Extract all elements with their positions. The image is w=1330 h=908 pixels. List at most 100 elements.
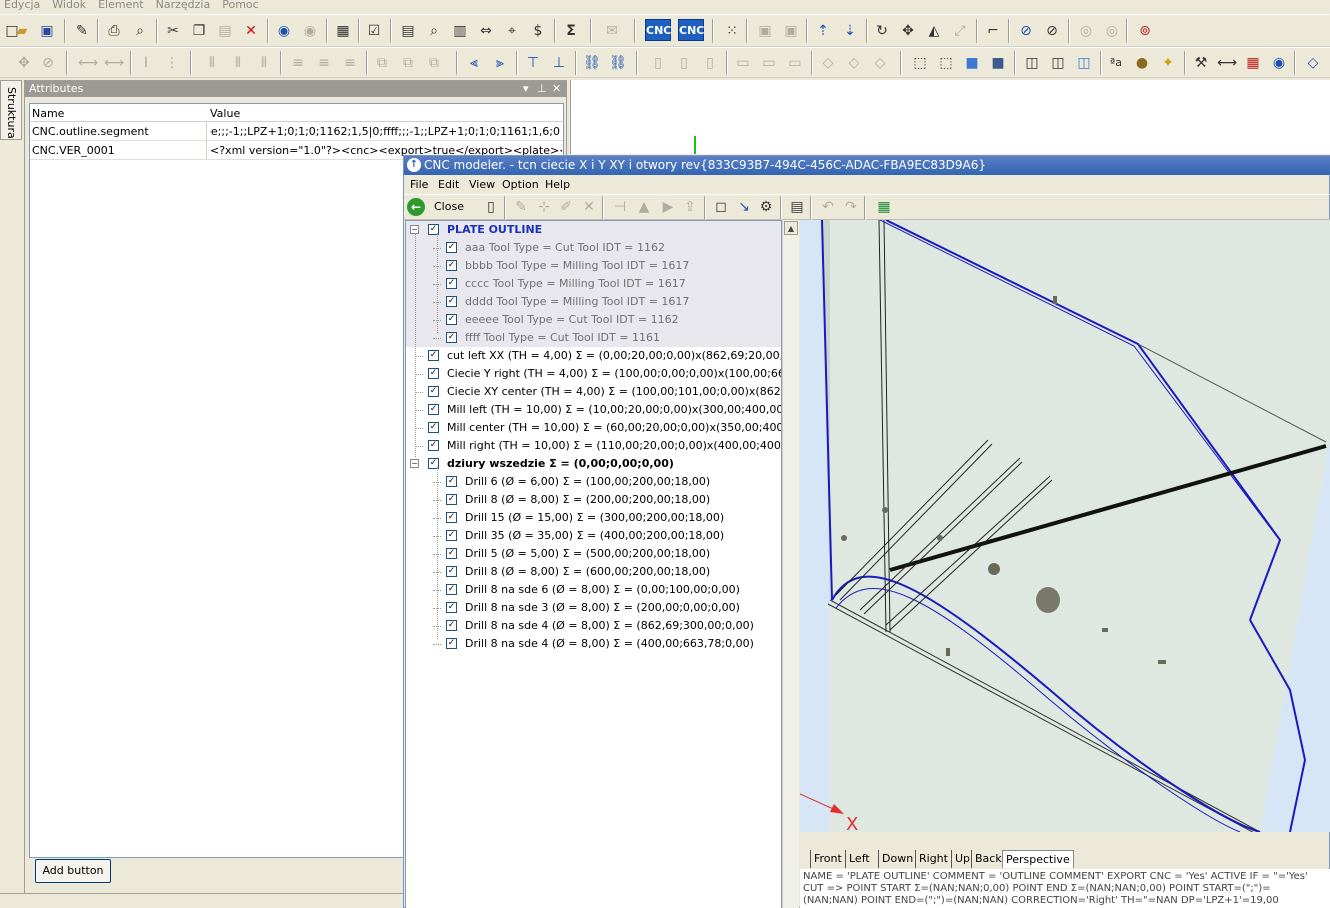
measure-icon[interactable]: ⟷ — [1217, 53, 1237, 73]
tree-item[interactable]: ✓ aaa Tool Type = Cut Tool IDT = 1162 — [406, 239, 781, 257]
distribute2-icon[interactable]: ⧉ — [398, 53, 418, 73]
add-button[interactable]: Add button — [35, 859, 111, 883]
cube-front-icon[interactable]: ◫ — [1022, 53, 1042, 73]
rotate-icon[interactable]: ↻ — [872, 21, 892, 41]
cube-side-icon[interactable]: ◫ — [1048, 53, 1068, 73]
layout2-icon[interactable]: ▯ — [674, 53, 694, 73]
tree-item-checkbox[interactable]: ✓ — [446, 494, 457, 505]
join-top-icon[interactable]: ⊤ — [523, 53, 543, 73]
snap-icon[interactable]: ✥ — [14, 53, 34, 73]
save-icon[interactable]: ▣ — [37, 21, 57, 41]
fit-width-icon[interactable]: ⇔ — [476, 21, 496, 41]
list-icon[interactable]: ▤ — [787, 197, 807, 217]
tree-item-checkbox[interactable]: ✓ — [428, 368, 439, 379]
tree-item[interactable]: − ✓ PLATE OUTLINE — [406, 221, 781, 239]
panel-pin-icon[interactable]: ⊥ — [537, 81, 547, 97]
tree-item-checkbox[interactable]: ✓ — [446, 566, 457, 577]
tree-item[interactable]: ✓ Drill 8 na sde 4 (Ø = 8,00) Σ = (400,00… — [406, 635, 781, 653]
menu-element[interactable]: Element — [98, 0, 144, 11]
tree-item-checkbox[interactable]: ✓ — [446, 296, 457, 307]
structure-side-tab[interactable]: Struktura — [0, 80, 22, 140]
tree-item[interactable]: ✓ cccc Tool Type = Milling Tool IDT = 161… — [406, 275, 781, 293]
hide-all-icon[interactable]: ⊘ — [1042, 21, 1062, 41]
transform1-icon[interactable]: ◇ — [818, 53, 838, 73]
tree-item-checkbox[interactable]: ✓ — [446, 638, 457, 649]
join-left-icon[interactable]: ⫷ — [464, 53, 484, 73]
print-preview-icon[interactable]: ⌕ — [130, 21, 150, 41]
triangle-right-icon[interactable]: ▶ — [658, 197, 678, 217]
tab-front[interactable]: Front — [810, 850, 845, 868]
checklist-icon[interactable]: ☑ — [364, 21, 384, 41]
copy-icon[interactable]: ❐ — [189, 21, 209, 41]
tree-item-checkbox[interactable]: ✓ — [446, 620, 457, 631]
tree-item[interactable]: ✓ Ciecie Y right (TH = 4,00) Σ = (100,00;… — [406, 365, 781, 383]
snap-off-icon[interactable]: ⊘ — [38, 53, 58, 73]
collapse-toggle-icon[interactable]: − — [410, 459, 419, 468]
import-icon[interactable]: ⇪ — [680, 197, 700, 217]
tree-item-checkbox[interactable]: ✓ — [446, 530, 457, 541]
tree-item[interactable]: ✓ Drill 8 na sde 4 (Ø = 8,00) Σ = (862,69… — [406, 617, 781, 635]
attribute-row[interactable]: CNC.outline.segment 0;eeeee;;;-1;;LPZ+1;… — [30, 122, 563, 141]
tree-item-checkbox[interactable]: ✓ — [446, 476, 457, 487]
align-center-icon[interactable]: ⫴ — [228, 53, 248, 73]
column-header-name[interactable]: Name — [32, 107, 64, 120]
tab-left[interactable]: Left — [845, 850, 873, 868]
undo-icon[interactable]: ◉ — [274, 21, 294, 41]
move-down-icon[interactable]: ⇣ — [840, 21, 860, 41]
box-shaded-icon[interactable]: ■ — [988, 53, 1008, 73]
tree-item[interactable]: ✓ ffff Tool Type = Cut Tool IDT = 1161 — [406, 329, 781, 347]
tree-item[interactable]: ✓ bbbb Tool Type = Milling Tool IDT = 161… — [406, 257, 781, 275]
redo-icon[interactable]: ↷ — [841, 197, 861, 217]
tree-item[interactable]: ✓ Mill left (TH = 10,00) Σ = (10,00;20,00… — [406, 401, 781, 419]
box-wire-icon[interactable]: ⬚ — [936, 53, 956, 73]
table-icon[interactable]: ▤ — [398, 21, 418, 41]
redo-icon[interactable]: ◉ — [300, 21, 320, 41]
delete-icon[interactable]: ✕ — [241, 21, 261, 41]
light-icon[interactable]: ✦ — [1158, 53, 1178, 73]
tree-item[interactable]: ✓ Drill 35 (Ø = 35,00) Σ = (400,00;200,00… — [406, 527, 781, 545]
tree-item[interactable]: − ✓ dziury wszedzie Σ = (0,00;0,00;0,00) — [406, 455, 781, 473]
cnc-3d-viewport[interactable]: X — [800, 220, 1330, 832]
tree-item-checkbox[interactable]: ✓ — [446, 602, 457, 613]
add-tool-icon[interactable]: ⊹ — [534, 197, 554, 217]
layout5-icon[interactable]: ▭ — [759, 53, 779, 73]
show-all-icon[interactable]: ◎ — [1102, 21, 1122, 41]
tree-item[interactable]: ✓ eeeee Tool Type = Cut Tool IDT = 1162 — [406, 311, 781, 329]
cnc-export-icon[interactable]: ▦ — [874, 197, 894, 217]
box-solid-icon[interactable]: ■ — [962, 53, 982, 73]
tree-item-checkbox[interactable]: ✓ — [428, 404, 439, 415]
distribute-icon[interactable]: ⧉ — [372, 53, 392, 73]
show-icon[interactable]: ◎ — [1076, 21, 1096, 41]
print-icon[interactable]: ⎙ — [104, 21, 124, 41]
tree-item[interactable]: ✓ cut left XX (TH = 4,00) Σ = (0,00;20,00… — [406, 347, 781, 365]
settings-icon[interactable]: ⚙ — [756, 197, 776, 217]
cnc-export-button[interactable]: CNC — [678, 19, 704, 41]
align-left-icon[interactable]: ⫴ — [202, 53, 222, 73]
align-right-icon[interactable]: ⫴ — [254, 53, 274, 73]
distribute3-icon[interactable]: ⧉ — [424, 53, 444, 73]
tab-back[interactable]: Back — [971, 850, 1005, 868]
tree-item-checkbox[interactable]: ✓ — [446, 314, 457, 325]
link-icon[interactable]: ⛓ — [582, 53, 602, 73]
menu-edycja[interactable]: Edycja — [4, 0, 40, 11]
location-icon[interactable]: ⌖ — [502, 21, 522, 41]
tree-item[interactable]: ✓ Drill 5 (Ø = 5,00) Σ = (500,00;200,00;1… — [406, 545, 781, 563]
tool-icon[interactable]: ⚒ — [1191, 53, 1211, 73]
tree-item[interactable]: ✓ Drill 8 na sde 6 (Ø = 8,00) Σ = (0,00;1… — [406, 581, 781, 599]
join-bottom-icon[interactable]: ⊥ — [549, 53, 569, 73]
properties-icon[interactable]: ▦ — [333, 21, 353, 41]
menu-narzedzia[interactable]: Narzędzia — [156, 0, 211, 11]
money-icon[interactable]: $ — [528, 21, 548, 41]
transform3-icon[interactable]: ◇ — [870, 53, 890, 73]
dimension-h2-icon[interactable]: ⟷ — [104, 53, 124, 73]
sum-icon[interactable]: Σ — [561, 21, 581, 41]
cube-blue-icon[interactable]: ◫ — [1074, 53, 1094, 73]
ungroup-icon[interactable]: ▣ — [781, 21, 801, 41]
tree-item[interactable]: ✓ Mill center (TH = 10,00) Σ = (60,00;20,… — [406, 419, 781, 437]
tab-down[interactable]: Down — [878, 850, 916, 868]
tree-item[interactable]: ✓ Drill 8 na sde 3 (Ø = 8,00) Σ = (200,00… — [406, 599, 781, 617]
align-top-icon[interactable]: ≡ — [288, 53, 308, 73]
resize-icon[interactable]: ⤢ — [950, 21, 970, 41]
cnc-window-titlebar[interactable]: ↑ CNC modeler. - tcn ciecie X i Y XY i o… — [404, 156, 1330, 175]
split-icon[interactable]: ⊣ — [610, 197, 630, 217]
